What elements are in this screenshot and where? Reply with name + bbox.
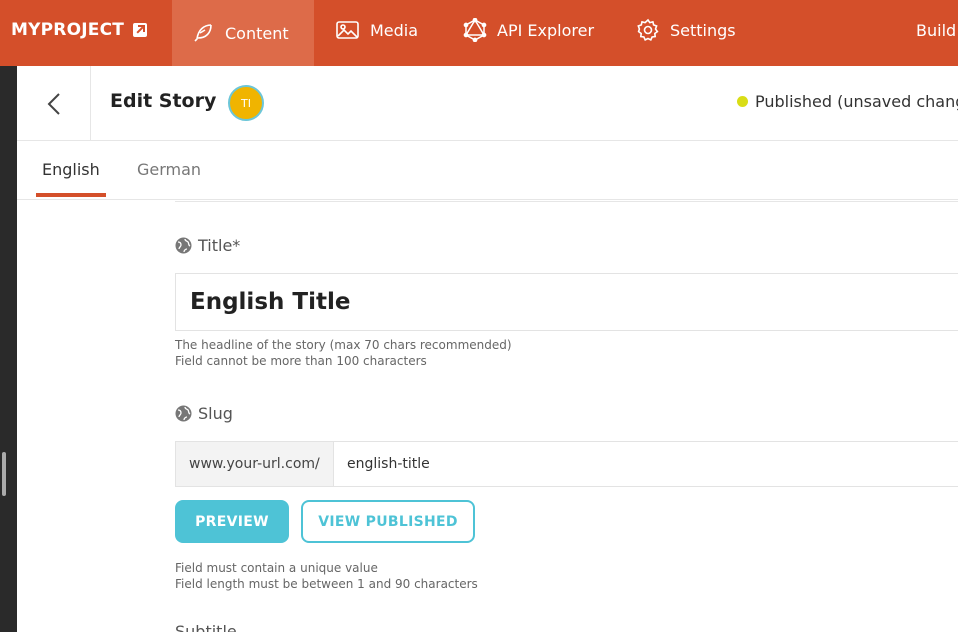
status-dot-icon	[737, 96, 748, 107]
help-text: Field length must be between 1 and 90 ch…	[175, 577, 478, 591]
external-link-icon[interactable]	[133, 23, 148, 37]
title-help: The headline of the story (max 70 chars …	[175, 337, 512, 369]
nav-item-api-explorer[interactable]: API Explorer	[463, 0, 594, 60]
nav-item-label: Content	[225, 23, 289, 43]
resize-handle[interactable]	[2, 452, 6, 496]
slug-prefix: www.your-url.com/	[176, 442, 334, 486]
chevron-left-icon	[47, 92, 60, 115]
title-input[interactable]: English Title	[175, 273, 958, 331]
publish-status: Published (unsaved chang	[737, 92, 958, 111]
preview-button[interactable]: PREVIEW	[175, 500, 289, 543]
feather-icon	[194, 24, 212, 42]
subtitle-field-label: Subtitle	[175, 622, 237, 632]
help-text: Field cannot be more than 100 characters	[175, 354, 427, 368]
slug-field-label: Slug	[175, 404, 233, 423]
label-text: Title*	[198, 236, 241, 255]
image-icon	[336, 21, 359, 39]
project-name: MYPROJECT	[11, 20, 125, 40]
top-nav: MYPROJECT Content Media API Explorer Set…	[0, 0, 958, 66]
label-text: Slug	[198, 404, 233, 423]
nav-item-label: Build	[916, 20, 957, 40]
slug-input[interactable]: english-title	[334, 442, 958, 486]
help-text: The headline of the story (max 70 chars …	[175, 338, 512, 352]
status-text: Published (unsaved chang	[755, 92, 958, 111]
project-switcher[interactable]: MYPROJECT	[11, 0, 148, 60]
title-field-label: Title*	[175, 236, 240, 255]
slug-help: Field must contain a unique value Field …	[175, 560, 478, 592]
nav-item-label: Media	[370, 20, 419, 40]
tab-english[interactable]: English	[42, 160, 100, 179]
nav-item-content[interactable]: Content	[172, 0, 314, 66]
nav-item-media[interactable]: Media	[336, 0, 418, 60]
avatar[interactable]: TI	[228, 85, 264, 121]
graphql-icon	[463, 18, 487, 42]
sidebar-rail	[0, 66, 17, 632]
view-published-button[interactable]: VIEW PUBLISHED	[301, 500, 475, 543]
slug-field: www.your-url.com/ english-title	[175, 441, 958, 487]
back-button[interactable]	[17, 66, 91, 141]
help-text: Field must contain a unique value	[175, 561, 378, 575]
globe-icon	[175, 237, 192, 254]
edit-header: Edit Story TI Published (unsaved chang	[17, 66, 958, 141]
tab-german[interactable]: German	[137, 160, 201, 179]
language-tabs: English German	[17, 141, 958, 200]
nav-item-label: API Explorer	[497, 20, 595, 40]
gear-icon	[637, 18, 659, 41]
nav-item-label: Settings	[670, 20, 736, 40]
divider	[175, 201, 958, 202]
globe-icon	[175, 405, 192, 422]
nav-item-build[interactable]: Build	[916, 0, 956, 60]
nav-item-settings[interactable]: Settings	[636, 0, 736, 60]
active-tab-indicator	[36, 193, 106, 197]
page-title: Edit Story	[110, 90, 217, 112]
